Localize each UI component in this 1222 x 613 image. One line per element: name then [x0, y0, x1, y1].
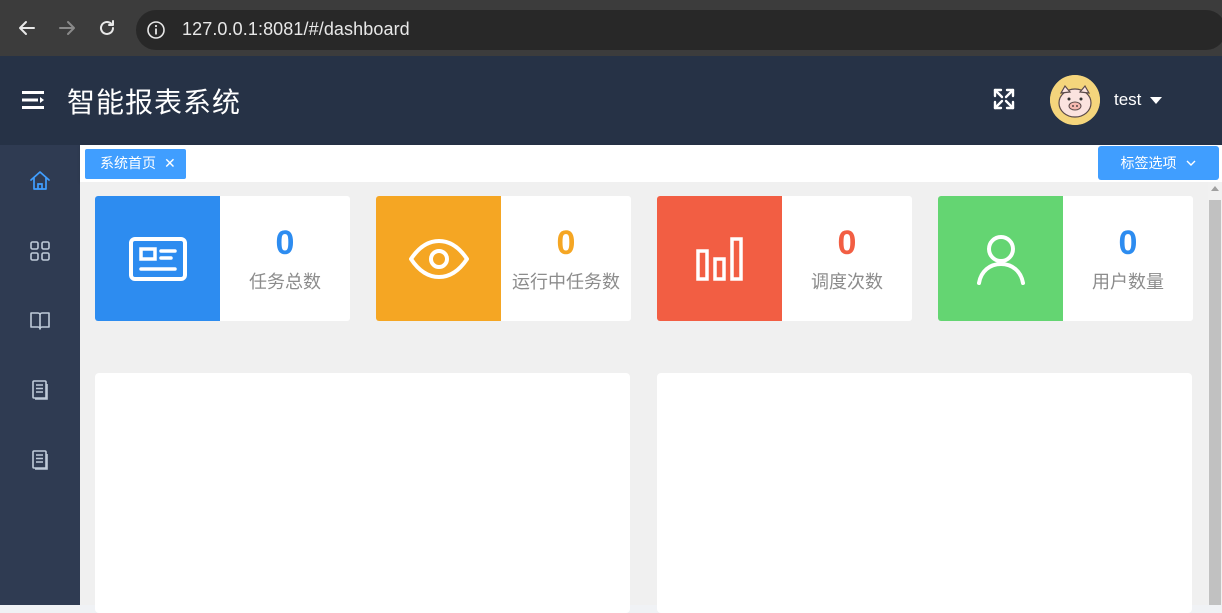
app-title: 智能报表系统: [67, 86, 242, 119]
sidebar-item-home[interactable]: [28, 169, 52, 193]
app-header: 智能报表系统 test: [0, 56, 1222, 145]
sidebar-item-document-1[interactable]: [28, 378, 52, 402]
menu-collapse-icon[interactable]: [22, 89, 46, 111]
stat-icon-box: [657, 196, 782, 321]
stat-icon-box: [376, 196, 501, 321]
tag-options-label: 标签选项: [1120, 156, 1177, 172]
stat-value: 0: [556, 224, 576, 262]
stat-label: 运行中任务数: [512, 272, 620, 293]
tags-bar: 系统首页 ✕ 标签选项: [80, 145, 1222, 182]
stat-icon-box: [95, 196, 220, 321]
stat-label: 用户数量: [1092, 272, 1164, 293]
pig-avatar-icon: [1050, 75, 1100, 125]
document-icon: [32, 380, 48, 400]
fullscreen-icon[interactable]: [992, 87, 1016, 111]
stat-text: 0 调度次数: [782, 196, 912, 321]
sidebar-item-document-2[interactable]: [28, 448, 52, 472]
tag-options-button[interactable]: 标签选项: [1098, 146, 1219, 180]
site-info-icon[interactable]: [146, 20, 166, 40]
book-icon: [30, 312, 50, 330]
chart-panel-left: [95, 373, 630, 613]
back-icon[interactable]: [16, 17, 38, 39]
grid-icon: [30, 241, 50, 261]
home-icon: [30, 171, 50, 190]
stat-card-running-tasks: 0 运行中任务数: [376, 196, 631, 321]
id-card-icon: [128, 236, 187, 281]
chevron-down-icon: [1186, 160, 1195, 166]
stat-text: 0 任务总数: [220, 196, 350, 321]
stat-card-tasks: 0 任务总数: [95, 196, 350, 321]
chart-panel-right: [657, 373, 1192, 613]
tab-home[interactable]: 系统首页 ✕: [85, 149, 186, 179]
address-bar[interactable]: 127.0.0.1:8081/#/dashboard: [136, 10, 1222, 50]
chevron-down-icon[interactable]: [1150, 97, 1162, 104]
stat-card-users: 0 用户数量: [938, 196, 1193, 321]
stat-value: 0: [275, 224, 295, 262]
stat-text: 0 用户数量: [1063, 196, 1193, 321]
stat-value: 0: [1118, 224, 1138, 262]
scrollbar-thumb[interactable]: [1209, 200, 1221, 605]
tab-label: 系统首页: [100, 156, 156, 172]
document-icon: [32, 450, 48, 470]
url-text[interactable]: 127.0.0.1:8081/#/dashboard: [182, 19, 410, 40]
stat-label: 调度次数: [811, 272, 883, 293]
close-icon[interactable]: ✕: [164, 149, 176, 179]
browser-toolbar: 127.0.0.1:8081/#/dashboard: [0, 0, 1222, 56]
sidebar-item-grid[interactable]: [28, 239, 52, 263]
username[interactable]: test: [1114, 90, 1141, 110]
eye-icon: [408, 238, 469, 279]
stat-value: 0: [837, 224, 857, 262]
sidebar: [0, 145, 80, 605]
user-icon: [976, 234, 1025, 285]
stat-text: 0 运行中任务数: [501, 196, 631, 321]
reload-icon[interactable]: [96, 17, 118, 39]
bar-chart-icon: [695, 236, 743, 281]
scroll-up-arrow[interactable]: [1211, 186, 1219, 191]
stat-label: 任务总数: [249, 272, 321, 293]
stat-icon-box: [938, 196, 1063, 321]
avatar[interactable]: [1050, 75, 1100, 125]
forward-icon[interactable]: [56, 17, 78, 39]
stat-card-schedules: 0 调度次数: [657, 196, 912, 321]
sidebar-item-book[interactable]: [28, 309, 52, 333]
